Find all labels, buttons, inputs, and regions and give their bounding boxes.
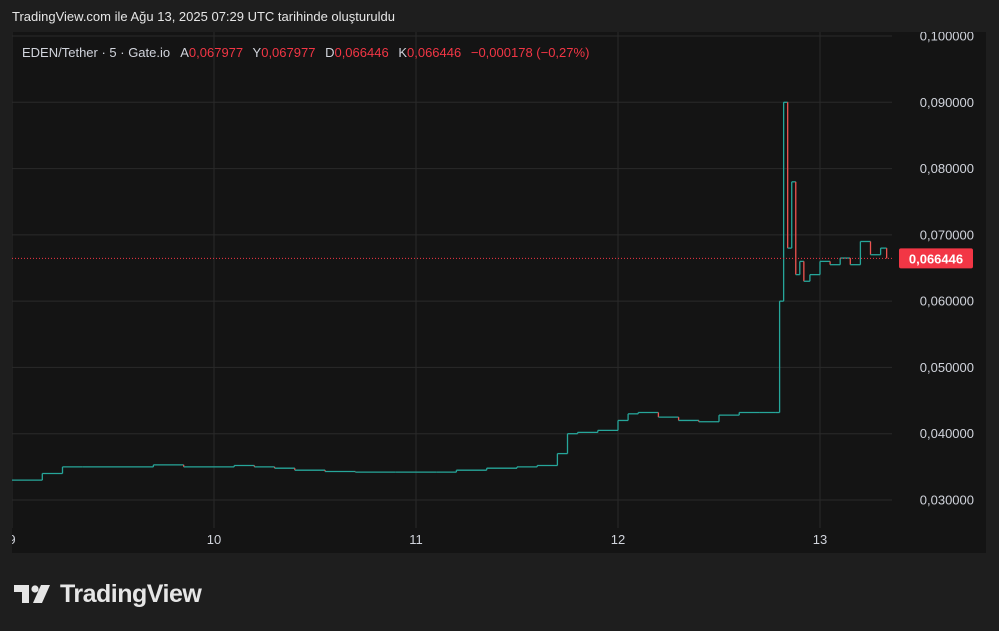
y-tick-label: 0,060000 [920, 294, 974, 309]
low-value: 0,066446 [334, 45, 389, 60]
close-value: 0,066446 [407, 45, 462, 60]
change-value: −0,000178 (−0,27%) [470, 45, 590, 60]
x-tick-label: 10 [207, 532, 221, 547]
chart-panel[interactable]: 0,066446 0,030000 0,040000 0,050000 0,06000… [12, 32, 986, 553]
x-tick-label: 13 [813, 532, 827, 547]
ohlc-legend: EDEN/Tether · 5 · Gate.io A0,067977 Y0,0… [22, 45, 589, 60]
tradingview-logo-icon [14, 585, 50, 603]
y-tick-label: 0,100000 [920, 32, 974, 44]
chart-caption: TradingView.com ile Ağu 13, 2025 07:29 U… [12, 9, 396, 24]
open-value: 0,067977 [188, 45, 244, 60]
high-key: Y [252, 45, 262, 60]
x-tick-label: 9 [12, 532, 16, 547]
x-tick-label: 11 [409, 532, 423, 547]
price-series [12, 101, 888, 481]
y-tick-label: 0,070000 [920, 227, 974, 242]
brand-footer: TradingView [14, 578, 202, 610]
symbol-label[interactable]: EDEN/Tether · 5 · Gate.io [22, 45, 170, 60]
y-tick-label: 0,050000 [920, 360, 974, 375]
close-key: K [398, 45, 407, 60]
y-tick-label: 0,090000 [920, 95, 974, 110]
open-key: A [180, 45, 189, 60]
y-tick-label: 0,080000 [920, 161, 974, 176]
last-price-line: 0,066446 [12, 248, 973, 269]
y-tick-label: 0,030000 [920, 493, 974, 508]
grid [12, 32, 892, 528]
price-axis: 0,030000 0,040000 0,050000 0,060000 0,070000… [920, 32, 974, 508]
y-tick-label: 0,040000 [920, 426, 974, 441]
time-axis: 9 10 11 12 13 [12, 532, 827, 547]
last-price-label: 0,066446 [909, 251, 963, 266]
x-tick-label: 12 [611, 532, 625, 547]
brand-wordmark: TradingView [60, 579, 202, 608]
high-value: 0,067977 [261, 45, 316, 60]
price-chart[interactable]: 0,066446 0,030000 0,040000 0,050000 0,06000… [12, 32, 986, 553]
